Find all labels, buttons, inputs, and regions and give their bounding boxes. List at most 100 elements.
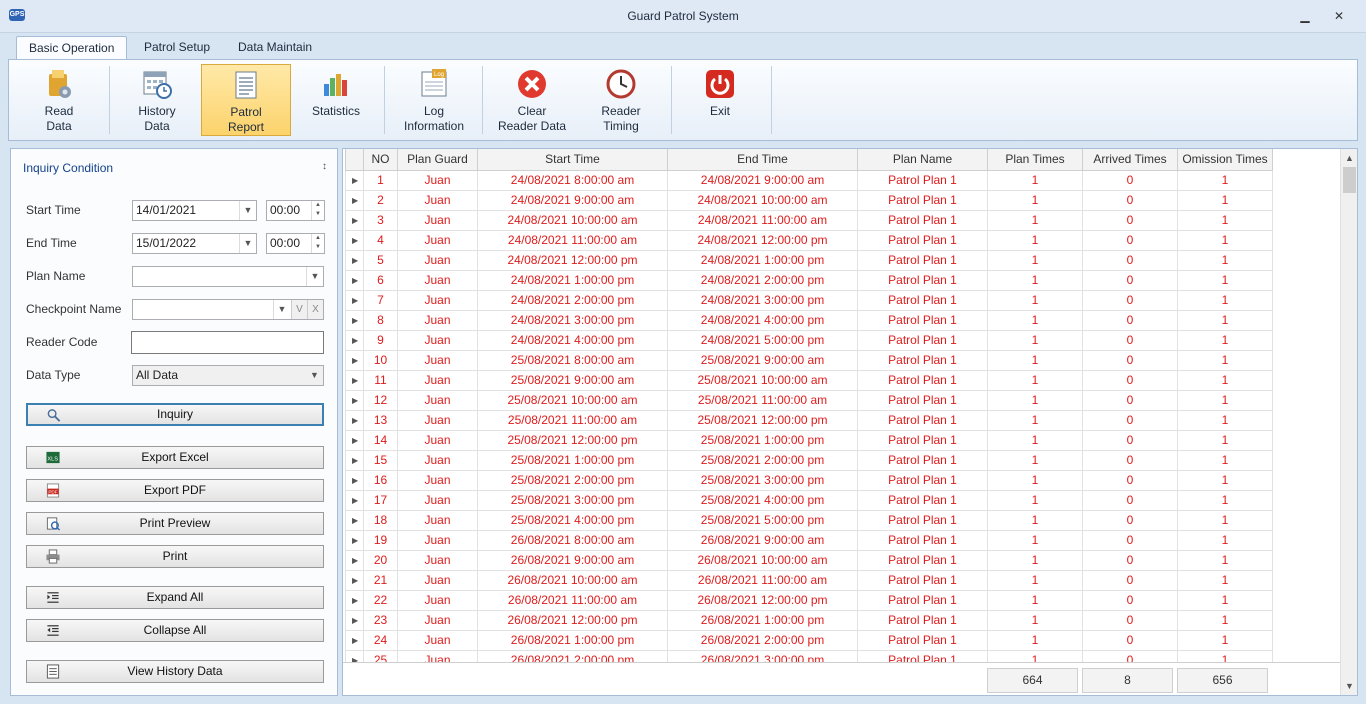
chevron-down-icon[interactable]: ▼ bbox=[306, 366, 323, 385]
row-expand-icon[interactable]: ▶ bbox=[345, 569, 364, 591]
table-row[interactable]: ▶ 11 Juan 25/08/2021 9:00:00 am 25/08/2021 1… bbox=[345, 369, 1273, 391]
table-row[interactable]: ▶ 2 Juan 24/08/2021 9:00:00 am 24/08/2021 10… bbox=[345, 189, 1273, 211]
export-excel-button[interactable]: XLS Export Excel bbox=[26, 446, 324, 469]
start-date-picker[interactable]: 14/01/2021 ▼ bbox=[132, 200, 257, 221]
collapse-all-button[interactable]: Collapse All bbox=[26, 619, 324, 642]
column-header-no[interactable]: NO bbox=[363, 149, 398, 171]
column-header-omission-times[interactable]: Omission Times bbox=[1177, 149, 1273, 171]
row-expand-icon[interactable]: ▶ bbox=[345, 369, 364, 391]
row-expand-icon[interactable]: ▶ bbox=[345, 169, 364, 191]
exit-button[interactable]: Exit bbox=[675, 64, 765, 136]
table-row[interactable]: ▶ 4 Juan 24/08/2021 11:00:00 am 24/08/2021 1… bbox=[345, 229, 1273, 251]
table-row[interactable]: ▶ 23 Juan 26/08/2021 12:00:00 pm 26/08/2021 … bbox=[345, 609, 1273, 631]
column-header-plan-guard[interactable]: Plan Guard bbox=[397, 149, 478, 171]
table-row[interactable]: ▶ 16 Juan 25/08/2021 2:00:00 pm 25/08/2021 3… bbox=[345, 469, 1273, 491]
row-expand-icon[interactable]: ▶ bbox=[345, 289, 364, 311]
row-expand-icon[interactable]: ▶ bbox=[345, 269, 364, 291]
tab-patrol-setup[interactable]: Patrol Setup bbox=[132, 36, 222, 59]
end-date-picker[interactable]: 15/01/2022 ▼ bbox=[132, 233, 257, 254]
row-expand-icon[interactable]: ▶ bbox=[345, 429, 364, 451]
row-expand-icon[interactable]: ▶ bbox=[345, 329, 364, 351]
export-pdf-button[interactable]: PDF Export PDF bbox=[26, 479, 324, 502]
row-expand-icon[interactable]: ▶ bbox=[345, 589, 364, 611]
row-expand-icon[interactable]: ▶ bbox=[345, 529, 364, 551]
start-hour-spinner[interactable]: 00:00 ▲ ▼ bbox=[266, 200, 325, 221]
row-expand-icon[interactable]: ▶ bbox=[345, 349, 364, 371]
row-expand-icon[interactable]: ▶ bbox=[345, 389, 364, 411]
expand-all-button[interactable]: Expand All bbox=[26, 586, 324, 609]
reader-code-input[interactable] bbox=[131, 331, 324, 354]
reader-timing-button[interactable]: Reader Timing bbox=[576, 64, 666, 136]
table-row[interactable]: ▶ 20 Juan 26/08/2021 9:00:00 am 26/08/2021 1… bbox=[345, 549, 1273, 571]
checkpoint-clear-button[interactable]: X bbox=[307, 300, 323, 319]
plan-name-select[interactable]: ▼ bbox=[132, 266, 324, 287]
table-row[interactable]: ▶ 7 Juan 24/08/2021 2:00:00 pm 24/08/2021 3:… bbox=[345, 289, 1273, 311]
row-expand-icon[interactable]: ▶ bbox=[345, 469, 364, 491]
table-row[interactable]: ▶ 19 Juan 26/08/2021 8:00:00 am 26/08/2021 9… bbox=[345, 529, 1273, 551]
data-type-select[interactable]: All Data ▼ bbox=[132, 365, 324, 386]
spinner-arrows-icon[interactable]: ▲ ▼ bbox=[311, 234, 324, 253]
close-button[interactable]: ✕ bbox=[1330, 8, 1348, 24]
table-row[interactable]: ▶ 13 Juan 25/08/2021 11:00:00 am 25/08/2021 … bbox=[345, 409, 1273, 431]
row-expand-icon[interactable]: ▶ bbox=[345, 629, 364, 651]
table-row[interactable]: ▶ 8 Juan 24/08/2021 3:00:00 pm 24/08/2021 4:… bbox=[345, 309, 1273, 331]
column-header-start-time[interactable]: Start Time bbox=[477, 149, 668, 171]
scroll-up-icon[interactable]: ▲ bbox=[1341, 150, 1357, 166]
row-expand-icon[interactable]: ▶ bbox=[345, 489, 364, 511]
table-row[interactable]: ▶ 17 Juan 25/08/2021 3:00:00 pm 25/08/2021 4… bbox=[345, 489, 1273, 511]
table-row[interactable]: ▶ 18 Juan 25/08/2021 4:00:00 pm 25/08/2021 5… bbox=[345, 509, 1273, 531]
scrollbar-thumb[interactable] bbox=[1343, 167, 1356, 193]
column-header-plan-name[interactable]: Plan Name bbox=[857, 149, 988, 171]
print-preview-button[interactable]: Print Preview bbox=[26, 512, 324, 535]
clear-reader-data-button[interactable]: Clear Reader Data bbox=[487, 64, 577, 136]
column-header-arrived-times[interactable]: Arrived Times bbox=[1082, 149, 1178, 171]
checkpoint-name-select[interactable]: ▼ V X bbox=[132, 299, 324, 320]
table-row[interactable]: ▶ 21 Juan 26/08/2021 10:00:00 am 26/08/2021 … bbox=[345, 569, 1273, 591]
chevron-down-icon[interactable]: ▼ bbox=[273, 300, 290, 319]
patrol-report-grid: NO Plan Guard Start Time End Time Plan N… bbox=[342, 148, 1358, 696]
row-expand-icon[interactable]: ▶ bbox=[345, 449, 364, 471]
table-row[interactable]: ▶ 14 Juan 25/08/2021 12:00:00 pm 25/08/2021 … bbox=[345, 429, 1273, 451]
statistics-button[interactable]: Statistics bbox=[291, 64, 381, 136]
table-row[interactable]: ▶ 1 Juan 24/08/2021 8:00:00 am 24/08/2021 9:… bbox=[345, 169, 1273, 191]
minimize-button[interactable]: ▁ bbox=[1296, 8, 1314, 24]
row-expand-icon[interactable]: ▶ bbox=[345, 209, 364, 231]
table-row[interactable]: ▶ 6 Juan 24/08/2021 1:00:00 pm 24/08/2021 2:… bbox=[345, 269, 1273, 291]
row-expand-icon[interactable]: ▶ bbox=[345, 549, 364, 571]
patrol-report-button[interactable]: Patrol Report bbox=[201, 64, 291, 136]
column-header-end-time[interactable]: End Time bbox=[667, 149, 858, 171]
checkpoint-check-button[interactable]: V bbox=[291, 300, 307, 319]
row-expand-icon[interactable]: ▶ bbox=[345, 189, 364, 211]
row-expand-icon[interactable]: ▶ bbox=[345, 409, 364, 431]
tab-basic-operation[interactable]: Basic Operation bbox=[16, 36, 128, 59]
chevron-down-icon[interactable]: ▼ bbox=[239, 234, 256, 253]
row-expand-icon[interactable]: ▶ bbox=[345, 609, 364, 631]
vertical-scrollbar[interactable]: ▲ ▼ bbox=[1340, 149, 1357, 695]
end-hour-spinner[interactable]: 00:00 ▲ ▼ bbox=[266, 233, 325, 254]
table-row[interactable]: ▶ 9 Juan 24/08/2021 4:00:00 pm 24/08/2021 5:… bbox=[345, 329, 1273, 351]
column-header-plan-times[interactable]: Plan Times bbox=[987, 149, 1083, 171]
row-expand-icon[interactable]: ▶ bbox=[345, 309, 364, 331]
inquiry-button[interactable]: Inquiry bbox=[26, 403, 324, 426]
pin-icon[interactable]: ↕ bbox=[322, 161, 327, 172]
table-row[interactable]: ▶ 12 Juan 25/08/2021 10:00:00 am 25/08/2021 … bbox=[345, 389, 1273, 411]
row-expand-icon[interactable]: ▶ bbox=[345, 249, 364, 271]
table-row[interactable]: ▶ 22 Juan 26/08/2021 11:00:00 am 26/08/2021 … bbox=[345, 589, 1273, 611]
history-data-button[interactable]: History Data bbox=[112, 64, 202, 136]
table-row[interactable]: ▶ 3 Juan 24/08/2021 10:00:00 am 24/08/2021 1… bbox=[345, 209, 1273, 231]
view-history-data-button[interactable]: View History Data bbox=[26, 660, 324, 683]
chevron-down-icon[interactable]: ▼ bbox=[239, 201, 256, 220]
scroll-down-icon[interactable]: ▼ bbox=[1341, 678, 1357, 694]
spinner-arrows-icon[interactable]: ▲ ▼ bbox=[311, 201, 324, 220]
chevron-down-icon[interactable]: ▼ bbox=[306, 267, 323, 286]
table-row[interactable]: ▶ 15 Juan 25/08/2021 1:00:00 pm 25/08/2021 2… bbox=[345, 449, 1273, 471]
table-row[interactable]: ▶ 10 Juan 25/08/2021 8:00:00 am 25/08/2021 9… bbox=[345, 349, 1273, 371]
row-expand-icon[interactable]: ▶ bbox=[345, 509, 364, 531]
log-information-button[interactable]: Log Log Information bbox=[389, 64, 479, 136]
table-row[interactable]: ▶ 5 Juan 24/08/2021 12:00:00 pm 24/08/2021 1… bbox=[345, 249, 1273, 271]
print-button[interactable]: Print bbox=[26, 545, 324, 568]
read-data-button[interactable]: Read Data bbox=[14, 64, 104, 136]
tab-data-maintain[interactable]: Data Maintain bbox=[226, 36, 324, 59]
row-expand-icon[interactable]: ▶ bbox=[345, 229, 364, 251]
table-row[interactable]: ▶ 24 Juan 26/08/2021 1:00:00 pm 26/08/2021 2… bbox=[345, 629, 1273, 651]
